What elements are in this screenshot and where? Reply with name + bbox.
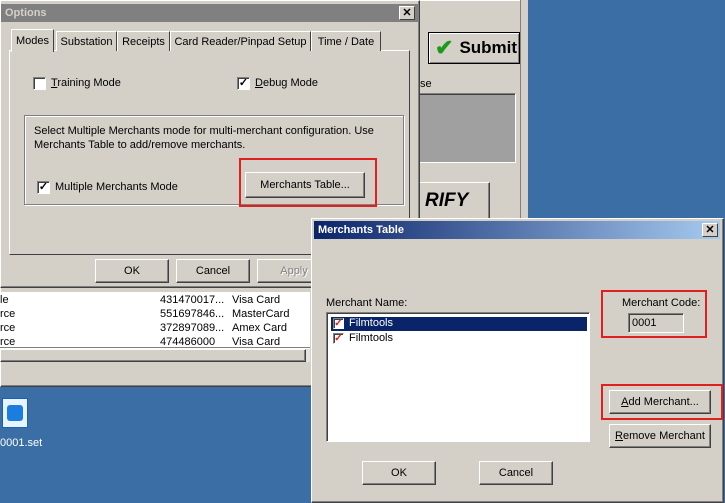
training-mode-checkbox[interactable] [33,77,46,90]
debug-mode-checkbox[interactable]: ✓ [237,77,250,90]
merchants-close-button[interactable]: ✕ [702,223,718,237]
verify-button[interactable]: RIFY [418,182,490,220]
scrollbar-thumb[interactable] [0,349,306,362]
options-ok-button[interactable]: OK [95,259,169,283]
checkmark-icon: ✔ [435,35,454,60]
table-row[interactable]: rce 551697846... MasterCard [0,308,310,322]
merchants-table-button[interactable]: Merchants Table... [245,172,365,198]
multiple-merchants-label: Multiple Merchants Mode [55,181,178,193]
training-mode-label: Training Mode [51,77,121,89]
options-cancel-button[interactable]: Cancel [176,259,250,283]
merchants-ok-button[interactable]: OK [362,461,436,485]
submit-button[interactable]: ✔ Submit [428,32,520,64]
table-row[interactable]: rce 474486000 Visa Card [0,336,310,348]
merchants-cancel-button[interactable]: Cancel [479,461,553,485]
table-row[interactable]: rce 372897089... Amex Card [0,322,310,336]
table-row[interactable]: le 431470017... Visa Card [0,294,310,308]
merchant-checkbox[interactable]: ✓ [333,318,344,329]
submit-label: Submit [459,38,518,57]
merchant-name: Filmtools [349,317,394,329]
merchant-checkbox[interactable]: ✓ [333,333,344,344]
tab-receipts[interactable]: Receipts [117,31,170,51]
options-close-button[interactable]: ✕ [399,6,415,20]
merchant-list[interactable]: ✓ Filmtools ✓ Filmtools [326,312,590,442]
verify-label: RIFY [425,190,469,211]
multiple-merchants-description: Select Multiple Merchants mode for multi… [34,125,374,151]
merchants-title: Merchants Table [318,224,404,236]
tab-card-reader[interactable]: Card Reader/Pinpad Setup [170,31,311,51]
display-area [418,93,516,163]
horizontal-scrollbar[interactable] [0,348,310,362]
desktop-icon-label: 0001.set [0,437,43,449]
merchant-name-label: Merchant Name: [326,297,408,309]
list-item[interactable]: ✓ Filmtools [331,317,587,331]
options-title-bar: Options [1,4,418,22]
merchant-code-field[interactable]: 0001 [628,313,684,333]
add-merchant-button[interactable]: Add Merchant... [609,390,711,414]
merchant-name: Filmtools [349,332,394,344]
merchants-title-bar: Merchants Table [314,221,720,239]
list-item[interactable]: ✓ Filmtools [331,332,587,346]
tab-substation[interactable]: Substation [56,31,117,51]
multiple-merchants-checkbox[interactable]: ✓ [37,181,50,194]
options-title: Options [5,7,47,19]
merchant-code-label: Merchant Code: [622,297,701,309]
debug-mode-label: Debug Mode [255,77,318,89]
tab-time-date[interactable]: Time / Date [311,31,381,51]
transactions-list: le 431470017... Visa Card rce 551697846.… [0,292,310,348]
remove-merchant-button[interactable]: Remove Merchant [609,424,711,448]
tab-modes[interactable]: Modes [11,29,54,52]
desktop-file-icon[interactable] [2,398,28,428]
partial-label: se [420,78,432,90]
